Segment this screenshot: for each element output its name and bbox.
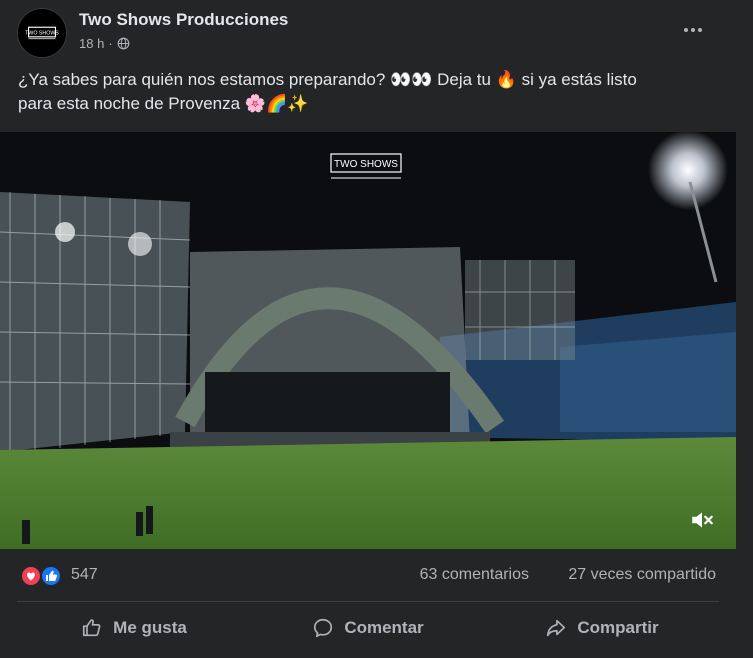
two-shows-logo: TWO SHOWS [18, 9, 66, 57]
comment-button[interactable]: Comentar [251, 604, 485, 652]
page-name-link[interactable]: Two Shows Producciones [79, 10, 288, 30]
divider [17, 601, 719, 602]
reaction-icons[interactable] [19, 564, 65, 588]
video-watermark: TWO SHOWS [330, 153, 402, 179]
dot [691, 28, 695, 32]
post-stats: 547 63 comentarios 27 veces compartido [0, 560, 736, 592]
stadium-stage-scene [0, 132, 736, 549]
post-caption: ¿Ya sabes para quién nos estamos prepara… [18, 68, 738, 116]
video-player[interactable]: TWO SHOWS [0, 132, 736, 549]
page-avatar[interactable]: TWO SHOWS [17, 8, 67, 58]
facebook-post: TWO SHOWS Two Shows Producciones 18 h · … [0, 0, 753, 658]
comment-icon [314, 618, 333, 638]
share-label: Compartir [577, 618, 659, 637]
like-reaction-icon [40, 565, 62, 587]
post-actions: Me gusta Comentar Compartir [17, 604, 719, 652]
like-button[interactable]: Me gusta [17, 604, 251, 652]
comments-count[interactable]: 63 comentarios [420, 566, 529, 584]
post-timestamp[interactable]: 18 h [79, 36, 104, 51]
dot [684, 28, 688, 32]
globe-icon [117, 37, 130, 50]
shares-count[interactable]: 27 veces compartido [568, 566, 716, 584]
share-arrow-icon [547, 619, 566, 637]
dot [698, 28, 702, 32]
share-button[interactable]: Compartir [485, 604, 719, 652]
love-reaction-icon [20, 565, 42, 587]
svg-text:TWO SHOWS: TWO SHOWS [25, 30, 59, 36]
post-meta: 18 h · [79, 36, 130, 51]
caption-line-1: ¿Ya sabes para quién nos estamos prepara… [18, 70, 637, 89]
speaker-muted-icon[interactable] [686, 504, 718, 536]
svg-text:TWO SHOWS: TWO SHOWS [334, 159, 398, 170]
caption-line-2: para esta noche de Provenza 🌸🌈✨ [18, 94, 309, 113]
reaction-count[interactable]: 547 [71, 566, 98, 584]
comment-label: Comentar [344, 618, 424, 637]
post-header: TWO SHOWS Two Shows Producciones 18 h · [0, 0, 753, 62]
like-label: Me gusta [113, 618, 187, 637]
mute-glyph [692, 512, 713, 528]
thumbs-up-icon [83, 619, 101, 637]
meta-separator: · [108, 36, 113, 51]
more-options-icon[interactable] [673, 14, 713, 46]
